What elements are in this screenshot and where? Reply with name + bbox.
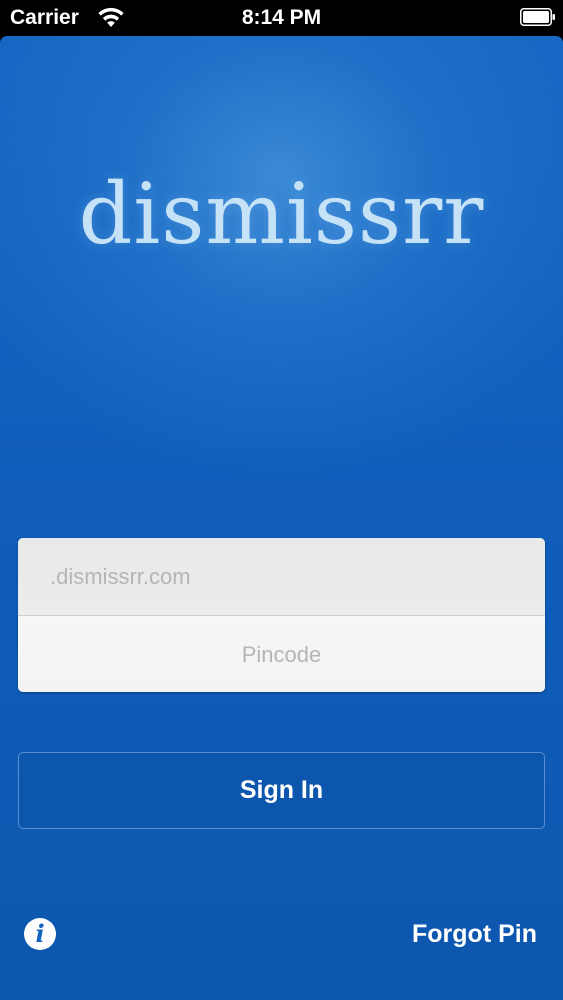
pincode-input[interactable] bbox=[18, 616, 545, 692]
info-icon: i bbox=[35, 919, 45, 948]
battery-icon bbox=[520, 8, 555, 26]
sign-in-button[interactable]: Sign In bbox=[18, 752, 545, 829]
domain-input[interactable] bbox=[18, 538, 545, 615]
login-view: dismissrr Sign In i Forgot Pin bbox=[0, 36, 563, 1000]
forgot-pin-link[interactable]: Forgot Pin bbox=[412, 916, 537, 952]
status-bar: Carrier 8:14 PM bbox=[0, 0, 563, 36]
info-button[interactable]: i bbox=[24, 918, 56, 950]
app-logo: dismissrr bbox=[78, 165, 485, 263]
login-form bbox=[18, 538, 545, 692]
clock: 8:14 PM bbox=[241, 6, 322, 29]
phone-screen: Carrier 8:14 PM dismissrr Sign In i Forg… bbox=[0, 0, 563, 1000]
